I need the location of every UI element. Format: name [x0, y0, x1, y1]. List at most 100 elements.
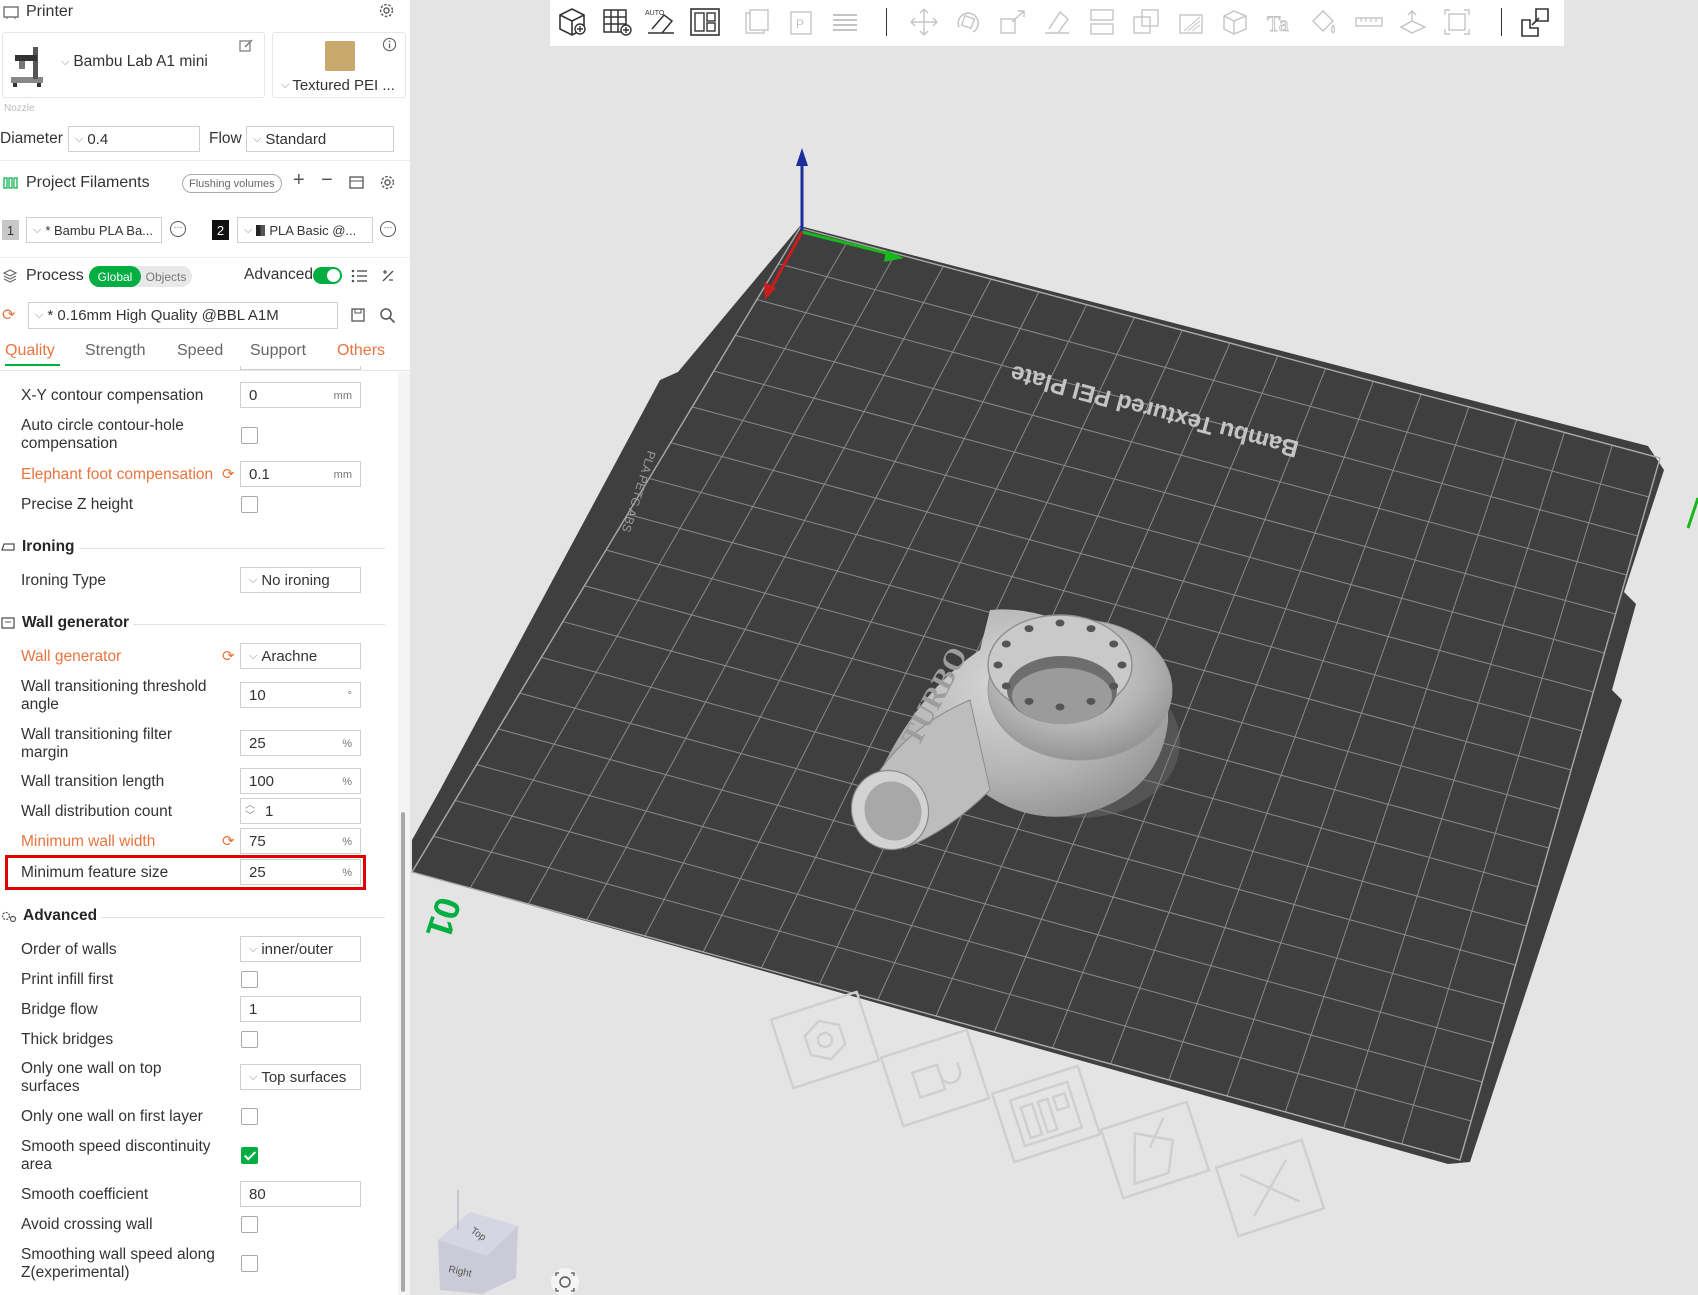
- thick-bridges-checkbox[interactable]: [241, 1031, 258, 1048]
- plate-arrange-icon[interactable]: [990, 1064, 1102, 1164]
- plate-selector[interactable]: ⌵ Textured PEI ...: [281, 77, 395, 94]
- process-preset-select[interactable]: ⌵ * 0.16mm High Quality @BBL A1M: [28, 302, 338, 329]
- filament-2-select[interactable]: ⌵ PLA Basic @...: [237, 217, 373, 243]
- seam-icon[interactable]: [1218, 6, 1252, 38]
- filament-1-color-swatch[interactable]: 1: [2, 220, 19, 240]
- reset-view-icon[interactable]: [551, 1268, 579, 1295]
- wall-trans-length-input[interactable]: 100%: [240, 768, 361, 794]
- reset-icon[interactable]: ⟳: [222, 832, 235, 850]
- plate-card[interactable]: ⌵ Textured PEI ...: [272, 32, 406, 98]
- print-infill-first-checkbox[interactable]: [241, 971, 258, 988]
- tab-speed[interactable]: Speed: [177, 342, 223, 360]
- text-icon[interactable]: Ta: [1263, 6, 1297, 38]
- list-view-icon[interactable]: [351, 268, 368, 284]
- info-icon[interactable]: [382, 37, 397, 52]
- min-feature-size-input[interactable]: 25%: [240, 859, 361, 885]
- iron-icon: [1, 543, 15, 551]
- advanced-toggle[interactable]: [313, 267, 342, 284]
- view-cube[interactable]: Top Right: [438, 1190, 518, 1294]
- smooth-speed-checkbox[interactable]: [241, 1147, 258, 1164]
- bridge-flow-input[interactable]: 1: [240, 996, 361, 1022]
- cut-icon[interactable]: [1085, 6, 1119, 38]
- layers-icon[interactable]: [828, 6, 862, 38]
- tab-support[interactable]: Support: [250, 342, 306, 360]
- spinner-arrows-icon[interactable]: ︿ ﹀: [245, 800, 255, 822]
- smooth-coeff-input[interactable]: 80: [240, 1181, 361, 1207]
- boolean-icon[interactable]: [1129, 6, 1163, 38]
- elephant-foot-input[interactable]: 0.1 mm: [240, 461, 361, 487]
- plate-auto-orient-icon[interactable]: [1099, 1100, 1211, 1200]
- plate-slice-icon[interactable]: [769, 990, 881, 1090]
- remove-filament-icon[interactable]: −: [321, 170, 333, 190]
- flow-select[interactable]: ⌵ Standard: [246, 126, 394, 152]
- arrange-icon[interactable]: [688, 6, 722, 38]
- 3d-viewport[interactable]: Bambu Textured PEI Plate 01 PLA PETG ABS: [410, 46, 1698, 1295]
- filament-1-more-icon[interactable]: ···: [170, 221, 186, 237]
- settings-scrollbar[interactable]: [398, 372, 410, 1295]
- tab-strength[interactable]: Strength: [85, 342, 145, 360]
- one-wall-top-select[interactable]: ⌵ Top surfaces: [240, 1064, 361, 1090]
- filament-settings-gear-icon[interactable]: [379, 174, 396, 191]
- filaments-section-header: Project Filaments: [2, 171, 150, 195]
- wall-trans-filter-input[interactable]: 25%: [240, 730, 361, 756]
- wall-generator-group-title: Wall generator: [22, 614, 130, 631]
- wall-generator-select[interactable]: ⌵ Arachne: [240, 643, 361, 669]
- fit-view-icon[interactable]: [1440, 6, 1474, 38]
- reset-icon[interactable]: ⟳: [222, 465, 235, 483]
- wall-trans-angle-label-2: angle: [21, 696, 59, 713]
- filament-2-color-swatch[interactable]: 2: [212, 220, 229, 240]
- color-paint-icon[interactable]: [1307, 6, 1341, 38]
- precise-z-checkbox[interactable]: [241, 496, 258, 513]
- global-objects-toggle[interactable]: Global Objects: [89, 266, 192, 287]
- filament-2-more-icon[interactable]: ···: [380, 221, 396, 237]
- flushing-volumes-button[interactable]: Flushing volumes: [182, 174, 282, 193]
- xy-contour-input[interactable]: 0 mm: [240, 382, 361, 408]
- wall-trans-angle-label-1: Wall transitioning threshold: [21, 678, 207, 695]
- split-parts-icon[interactable]: [1518, 6, 1552, 38]
- global-option[interactable]: Global: [89, 266, 141, 287]
- avoid-crossing-checkbox[interactable]: [241, 1216, 258, 1233]
- measure-icon[interactable]: [1352, 6, 1386, 38]
- reset-icon[interactable]: ⟳: [222, 647, 235, 665]
- preset-reset-icon[interactable]: ⟳: [2, 305, 15, 325]
- paste-object-icon[interactable]: P: [784, 6, 818, 38]
- scrollbar-thumb[interactable]: [401, 812, 405, 1292]
- diameter-select[interactable]: ⌵ 0.4: [68, 126, 200, 152]
- assembly-icon[interactable]: [1396, 6, 1430, 38]
- lay-on-face-icon[interactable]: [1040, 6, 1074, 38]
- add-plate-icon[interactable]: [600, 6, 634, 38]
- tab-quality[interactable]: Quality: [5, 342, 55, 360]
- scale-icon[interactable]: [996, 6, 1030, 38]
- ironing-type-select[interactable]: ⌵ No ironing: [240, 567, 361, 593]
- wall-dist-count-spinner[interactable]: ︿ ﹀ 1: [240, 798, 361, 824]
- move-icon[interactable]: [907, 6, 941, 38]
- wall-trans-filter-label-1: Wall transitioning filter: [21, 726, 173, 743]
- unit-label: %: [342, 738, 352, 750]
- support-paint-icon[interactable]: [1174, 6, 1208, 38]
- filament-1-select[interactable]: ⌵ * Bambu PLA Ba...: [26, 217, 162, 243]
- printer-selector[interactable]: ⌵ Bambu Lab A1 mini: [61, 53, 208, 71]
- filament-sync-icon[interactable]: [348, 174, 366, 192]
- min-wall-width-input[interactable]: 75%: [240, 828, 361, 854]
- add-filament-icon[interactable]: +: [293, 170, 305, 190]
- printer-settings-gear-icon[interactable]: [378, 2, 395, 24]
- plate-lock-icon[interactable]: [879, 1028, 991, 1128]
- copy-object-icon[interactable]: [740, 6, 774, 38]
- compare-presets-icon[interactable]: [380, 268, 396, 284]
- smoothing-wall-z-checkbox[interactable]: [241, 1255, 258, 1272]
- wall-trans-angle-input[interactable]: 10 °: [240, 682, 361, 708]
- rotate-icon[interactable]: [951, 6, 985, 38]
- save-preset-icon[interactable]: [350, 307, 366, 323]
- tab-others[interactable]: Others: [337, 342, 385, 360]
- objects-option[interactable]: Objects: [142, 266, 190, 287]
- order-walls-select[interactable]: ⌵ inner/outer: [240, 936, 361, 962]
- one-wall-first-checkbox[interactable]: [241, 1108, 258, 1125]
- auto-orient-icon[interactable]: AUTO: [644, 6, 678, 38]
- auto-circle-checkbox[interactable]: [241, 427, 258, 444]
- add-object-icon[interactable]: [555, 6, 589, 38]
- printer-card[interactable]: ⌵ Bambu Lab A1 mini: [2, 32, 265, 98]
- search-icon[interactable]: [379, 307, 396, 324]
- plate-delete-icon[interactable]: [1214, 1138, 1326, 1238]
- edit-printer-icon[interactable]: [238, 38, 254, 54]
- flow-label: Flow: [209, 130, 242, 147]
